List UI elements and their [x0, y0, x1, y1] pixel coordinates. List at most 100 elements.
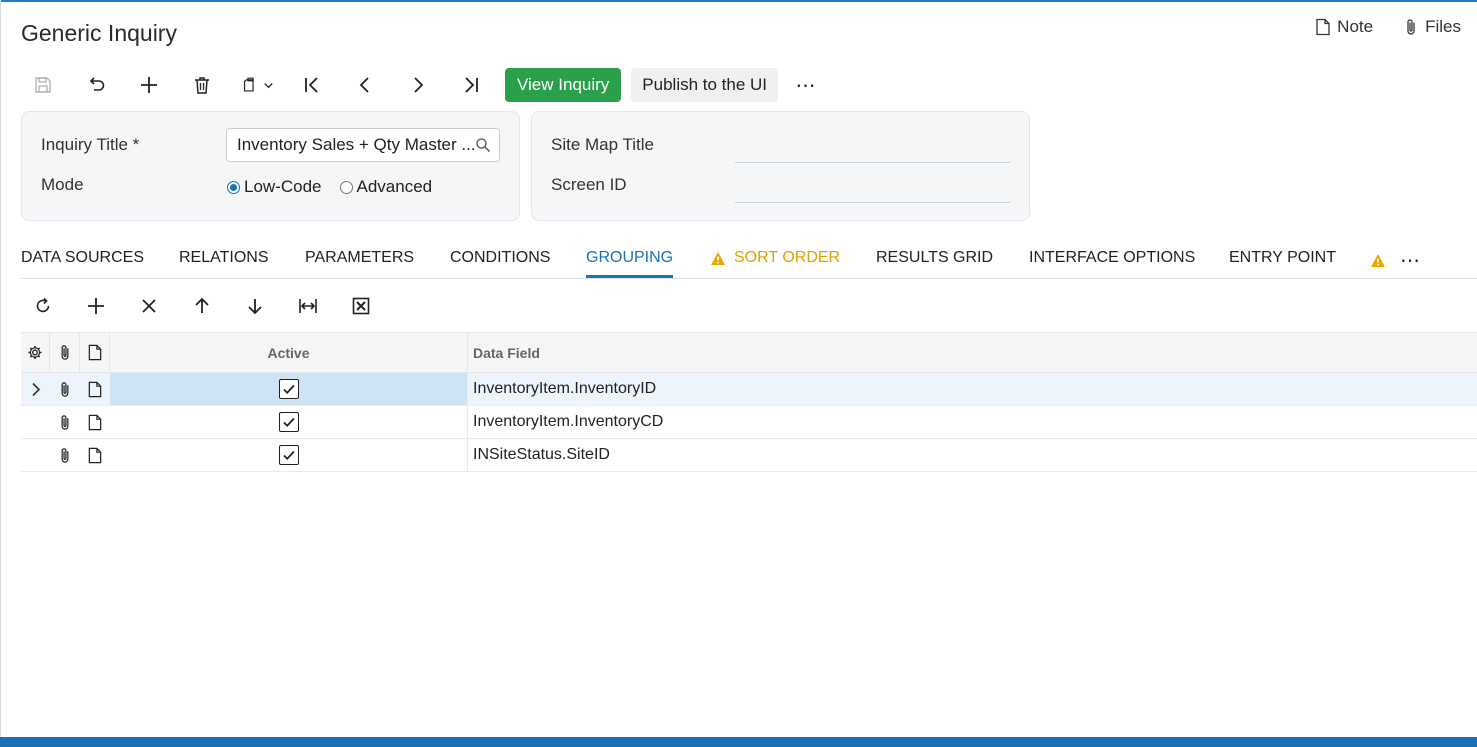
data-field-value: InventoryItem.InventoryCD [473, 413, 664, 430]
left-border [0, 0, 1, 737]
refresh-button[interactable] [26, 289, 60, 323]
mode-option-low-code[interactable]: Low-Code [227, 177, 322, 197]
first-record-icon [305, 77, 318, 93]
warning-icon [1371, 254, 1385, 267]
mode-option-label: Low-Code [244, 177, 322, 196]
top-links: Note Files [1315, 17, 1461, 37]
tab-label: INTERFACE OPTIONS [1029, 249, 1196, 266]
tab-label: DATA SOURCES [21, 249, 144, 266]
add-row-icon [88, 298, 104, 314]
row-active-cell [110, 406, 468, 438]
tab-label: RESULTS GRID [876, 249, 994, 266]
row-expand-button[interactable] [21, 373, 50, 405]
column-header-active[interactable]: Active [110, 333, 468, 372]
inquiry-summary-panel: Inquiry Title * Inventory Sales + Qty Ma… [21, 111, 520, 221]
fit-columns-button[interactable] [291, 289, 325, 323]
next-record-button[interactable] [401, 68, 435, 102]
files-link[interactable]: Files [1403, 17, 1461, 37]
row-data-field-cell[interactable]: InventoryItem.InventoryCD [468, 406, 1477, 438]
table-row[interactable]: INSiteStatus.SiteID [21, 439, 1477, 472]
export-excel-icon [352, 297, 370, 315]
publish-to-ui-button[interactable]: Publish to the UI [631, 68, 779, 102]
tab-overflow-warning[interactable]: ⋯ [1370, 248, 1420, 273]
grid-header: Active Data Field [21, 332, 1477, 373]
active-checkbox[interactable] [278, 379, 299, 399]
screen-id-field[interactable] [735, 178, 1010, 203]
undo-button[interactable] [79, 68, 113, 102]
copy-paste-button[interactable] [238, 68, 278, 102]
add-icon [141, 77, 157, 93]
site-map-panel: Site Map Title Screen ID [531, 111, 1030, 221]
grouping-grid: Active Data Field InventoryItem.Inventor… [21, 332, 1477, 472]
tab-label: SORT ORDER [734, 249, 841, 266]
site-map-title-field[interactable] [735, 138, 1010, 163]
tab-grouping[interactable]: GROUPING [586, 249, 674, 278]
note-link[interactable]: Note [1315, 17, 1373, 37]
previous-record-button[interactable] [348, 68, 382, 102]
row-notes[interactable] [80, 373, 110, 405]
move-down-icon [248, 299, 262, 315]
row-data-field-cell[interactable]: InventoryItem.InventoryID [468, 373, 1477, 405]
row-notes[interactable] [80, 439, 110, 471]
tab-entry-point[interactable]: ENTRY POINT [1229, 249, 1336, 267]
chevron-right-icon [31, 382, 40, 396]
mode-option-advanced[interactable]: Advanced [339, 177, 433, 197]
active-checkbox[interactable] [278, 412, 299, 432]
tab-label: PARAMETERS [305, 249, 415, 266]
data-field-value: InventoryItem.InventoryID [473, 380, 657, 397]
top-accent-line [0, 0, 1477, 2]
move-up-button[interactable] [185, 289, 219, 323]
tab-conditions[interactable]: CONDITIONS [450, 249, 550, 267]
inquiry-title-field[interactable]: Inventory Sales + Qty Master ... [226, 128, 500, 162]
last-record-icon [465, 77, 478, 93]
active-checkbox[interactable] [278, 445, 299, 465]
radio-advanced[interactable] [339, 180, 353, 194]
copy-paste-icon [243, 77, 254, 92]
row-attachments[interactable] [50, 373, 80, 405]
more-actions-button[interactable]: ⋯ [794, 68, 818, 102]
attachments-column-header [50, 333, 80, 372]
screen-id-label: Screen ID [551, 175, 627, 194]
refresh-icon [36, 297, 50, 313]
tab-relations[interactable]: RELATIONS [179, 249, 269, 267]
row-active-cell [110, 439, 468, 471]
row-attachments[interactable] [50, 406, 80, 438]
tab-parameters[interactable]: PARAMETERS [305, 249, 414, 267]
add-row-button[interactable] [79, 289, 113, 323]
tab-sort-order[interactable]: SORT ORDER [710, 249, 840, 267]
page-title: Generic Inquiry [21, 20, 177, 46]
search-icon[interactable] [475, 137, 491, 153]
move-down-button[interactable] [238, 289, 272, 323]
row-data-field-cell[interactable]: INSiteStatus.SiteID [468, 439, 1477, 471]
note-icon [88, 381, 102, 397]
table-row[interactable]: InventoryItem.InventoryID [21, 373, 1477, 406]
tab-data-sources[interactable]: DATA SOURCES [21, 249, 144, 267]
tab-label: ENTRY POINT [1229, 249, 1336, 266]
paperclip-icon [61, 447, 69, 463]
tab-results-grid[interactable]: RESULTS GRID [876, 249, 993, 267]
mode-radio-group: Low-Code Advanced [227, 177, 450, 197]
grid-settings-button[interactable] [21, 333, 50, 372]
row-notes[interactable] [80, 406, 110, 438]
inquiry-title-value: Inventory Sales + Qty Master ... [237, 135, 475, 154]
column-header-data-field[interactable]: Data Field [468, 333, 1477, 372]
tabs-more-button[interactable]: ⋯ [1400, 248, 1420, 273]
table-row[interactable]: InventoryItem.InventoryCD [21, 406, 1477, 439]
note-icon [1316, 18, 1330, 36]
mode-label: Mode [41, 175, 84, 194]
row-attachments[interactable] [50, 439, 80, 471]
radio-low-code[interactable] [227, 180, 240, 194]
delete-button[interactable] [185, 68, 219, 102]
add-button[interactable] [132, 68, 166, 102]
delete-row-button[interactable] [132, 289, 166, 323]
view-inquiry-button[interactable]: View Inquiry [505, 68, 622, 102]
mode-option-label: Advanced [356, 177, 433, 196]
first-record-button[interactable] [295, 68, 329, 102]
last-record-button[interactable] [454, 68, 488, 102]
paperclip-icon [61, 381, 69, 397]
save-button[interactable] [26, 68, 60, 102]
paperclip-icon [61, 345, 68, 360]
export-excel-button[interactable] [344, 289, 378, 323]
tab-interface-options[interactable]: INTERFACE OPTIONS [1029, 249, 1195, 267]
site-map-title-label: Site Map Title [551, 135, 654, 154]
